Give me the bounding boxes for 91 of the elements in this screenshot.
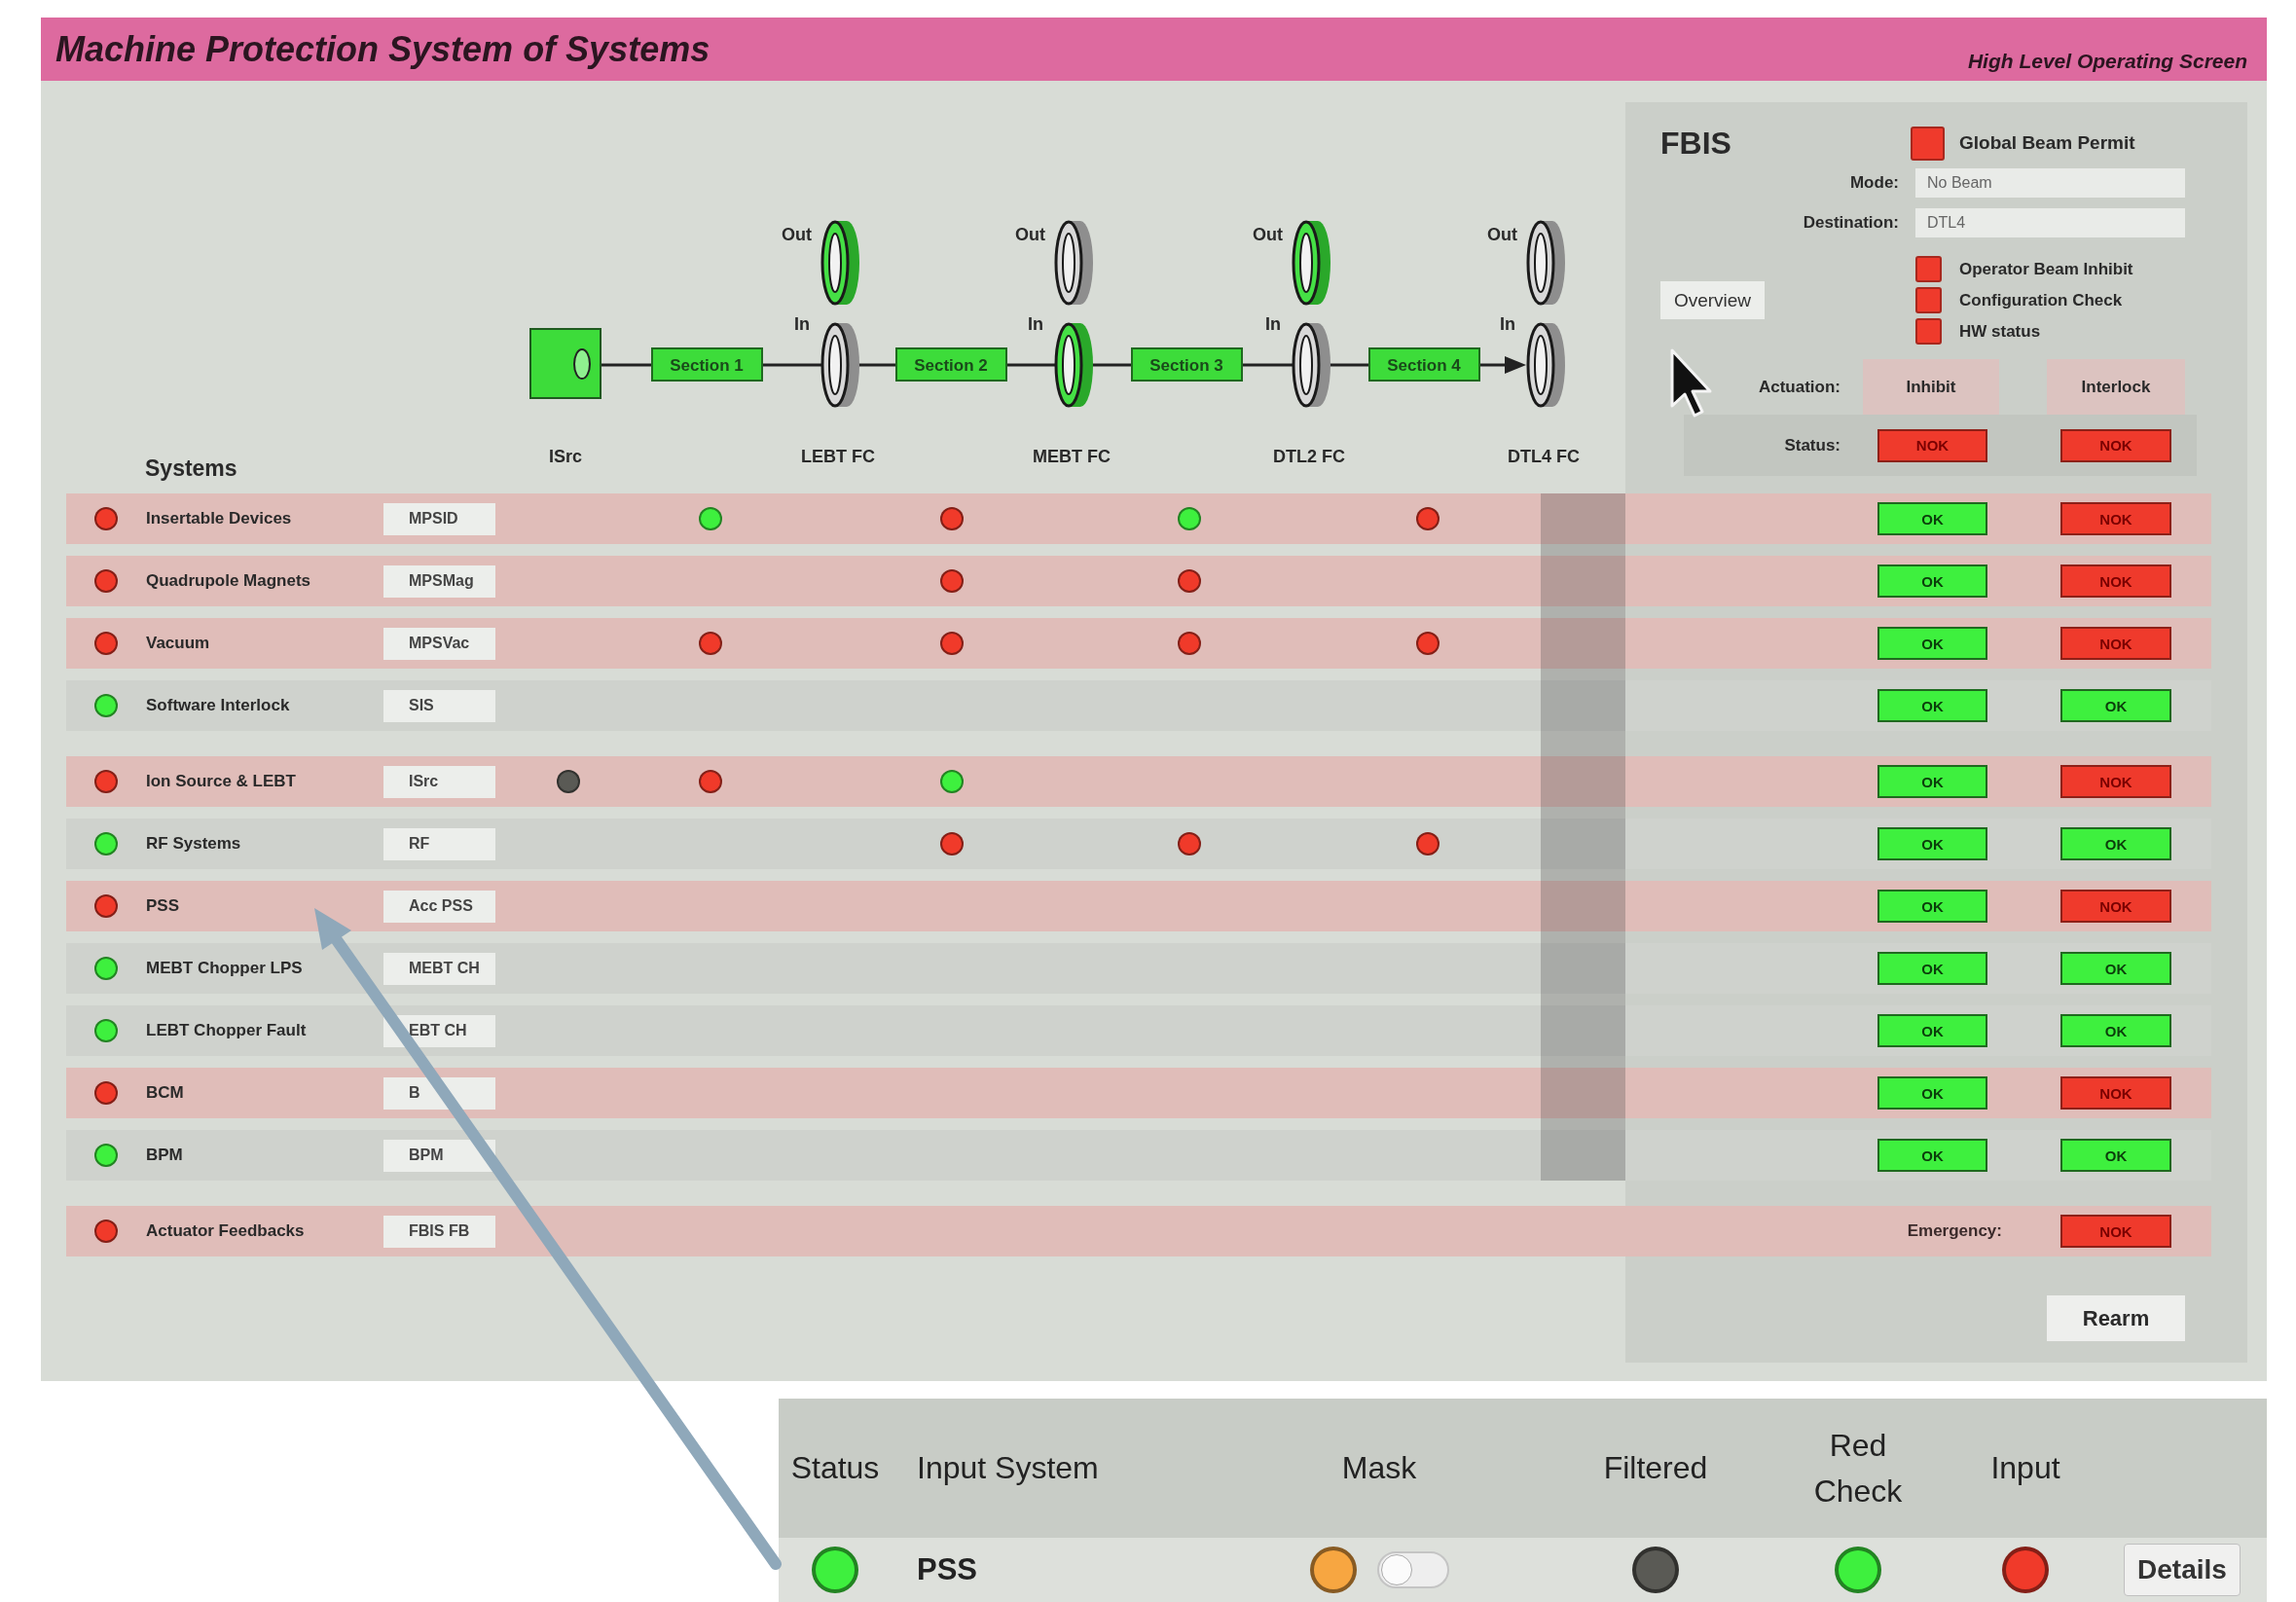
status-badge: OK — [1877, 890, 1987, 923]
status-badge: NOK — [2060, 564, 2171, 598]
status-badge: OK — [1877, 502, 1987, 535]
cup-label: MEBT FC — [1033, 447, 1111, 466]
status-badge: OK — [2060, 952, 2171, 985]
status-badge: OK — [1877, 564, 1987, 598]
system-button[interactable]: Acc PSS — [383, 890, 495, 923]
indicator-label: HW status — [1959, 321, 2041, 342]
status-badge: OK — [2060, 1139, 2171, 1172]
field-label: Mode: — [1848, 173, 1899, 193]
indicator-label: Configuration Check — [1959, 290, 2123, 310]
column-header: Red Check — [1812, 1427, 1904, 1511]
status-badge: OK — [1877, 765, 1987, 798]
screen-subtitle: High Level Operating Screen — [1967, 50, 2247, 74]
status-badge: OK — [2060, 827, 2171, 860]
section-label: Section 4 — [1387, 356, 1461, 375]
section-label: Section 1 — [670, 356, 744, 375]
column-header: Inhibit — [1863, 359, 1999, 415]
status-badge: NOK — [2060, 890, 2171, 923]
system-name: Ion Source & LEBT — [146, 772, 297, 791]
status-badge: OK — [2060, 1014, 2171, 1047]
system-button[interactable]: MPSID — [383, 502, 495, 535]
system-name: LEBT Chopper Fault — [146, 1021, 308, 1040]
input-system-name: PSS — [916, 1552, 979, 1587]
window-title: Machine Protection System of Systems — [55, 28, 711, 70]
indicator-label: Global Beam Permit — [1959, 132, 2135, 154]
in-label: In — [794, 314, 810, 334]
status-badge: NOK — [2060, 502, 2171, 535]
system-name: Software Interlock — [146, 696, 291, 715]
cup-label: DTL4 FC — [1508, 447, 1580, 466]
status-badge: OK — [1877, 1014, 1987, 1047]
out-label: Out — [782, 225, 812, 244]
system-button[interactable]: SIS — [383, 689, 495, 722]
system-button[interactable]: RF — [383, 827, 495, 860]
source-label: ISrc — [549, 447, 582, 466]
in-label: In — [1500, 314, 1515, 334]
section-label: Section 2 — [914, 356, 988, 375]
system-button[interactable]: FBIS FB — [383, 1215, 495, 1248]
status-badge: OK — [1877, 952, 1987, 985]
in-label: In — [1028, 314, 1043, 334]
status-badge: OK — [1877, 627, 1987, 660]
in-label: In — [1265, 314, 1281, 334]
column-header: Input System — [916, 1449, 1100, 1488]
column-header: Input — [1989, 1449, 2061, 1488]
system-button[interactable]: ISrc — [383, 765, 495, 798]
status-badge: OK — [1877, 689, 1987, 722]
indicator-label: Operator Beam Inhibit — [1959, 259, 2133, 279]
status-badge: OK — [1877, 1139, 1987, 1172]
column-header: Interlock — [2047, 359, 2185, 415]
system-name: Quadrupole Magnets — [146, 571, 312, 591]
status-badge: NOK — [1877, 428, 1987, 462]
system-button[interactable]: MPSVac — [383, 627, 495, 660]
section-label: Section 3 — [1149, 356, 1223, 375]
system-name: PSS — [146, 896, 181, 916]
out-label: Out — [1015, 225, 1045, 244]
system-button[interactable]: MEBT CH — [383, 952, 495, 985]
status-badge: NOK — [2060, 428, 2171, 462]
status-badge: NOK — [2060, 1076, 2171, 1110]
status-badge: OK — [2060, 689, 2171, 722]
mask-toggle[interactable] — [1376, 1551, 1449, 1588]
system-button[interactable]: MPSMag — [383, 564, 495, 598]
system-name: Actuator Feedbacks — [146, 1221, 306, 1241]
out-label: Out — [1253, 225, 1283, 244]
cup-label: DTL2 FC — [1273, 447, 1345, 466]
panel-title: FBIS — [1660, 125, 1732, 162]
status-badge: NOK — [2060, 627, 2171, 660]
system-name: RF Systems — [146, 834, 242, 854]
systems-heading: Systems — [145, 455, 237, 481]
column-header: Mask — [1340, 1449, 1418, 1488]
column-header: Filtered — [1602, 1449, 1709, 1488]
system-name: MEBT Chopper LPS — [146, 959, 304, 978]
status-badge: NOK — [2060, 765, 2171, 798]
status-badge: OK — [1877, 1076, 1987, 1110]
status-label: Status: — [1783, 435, 1840, 455]
status-badge: NOK — [2060, 1215, 2171, 1248]
overview-button[interactable]: Overview — [1660, 281, 1765, 319]
destination-field[interactable]: DTL4 — [1915, 208, 2185, 237]
cup-label: LEBT FC — [801, 447, 875, 466]
mode-field[interactable]: No Beam — [1915, 168, 2185, 198]
field-label: Destination: — [1802, 213, 1899, 233]
emergency-label: Emergency: — [1906, 1221, 2003, 1241]
out-label: Out — [1487, 225, 1517, 244]
system-name: BCM — [146, 1083, 185, 1103]
status-badge: OK — [1877, 827, 1987, 860]
rearm-button[interactable]: Rearm — [2047, 1295, 2185, 1341]
actuation-label: Actuation: — [1757, 377, 1840, 397]
system-name: BPM — [146, 1146, 184, 1165]
details-button[interactable]: Details — [2124, 1544, 2241, 1596]
column-header: Status — [789, 1449, 881, 1488]
system-name: Insertable Devices — [146, 509, 293, 528]
system-name: Vacuum — [146, 634, 211, 653]
